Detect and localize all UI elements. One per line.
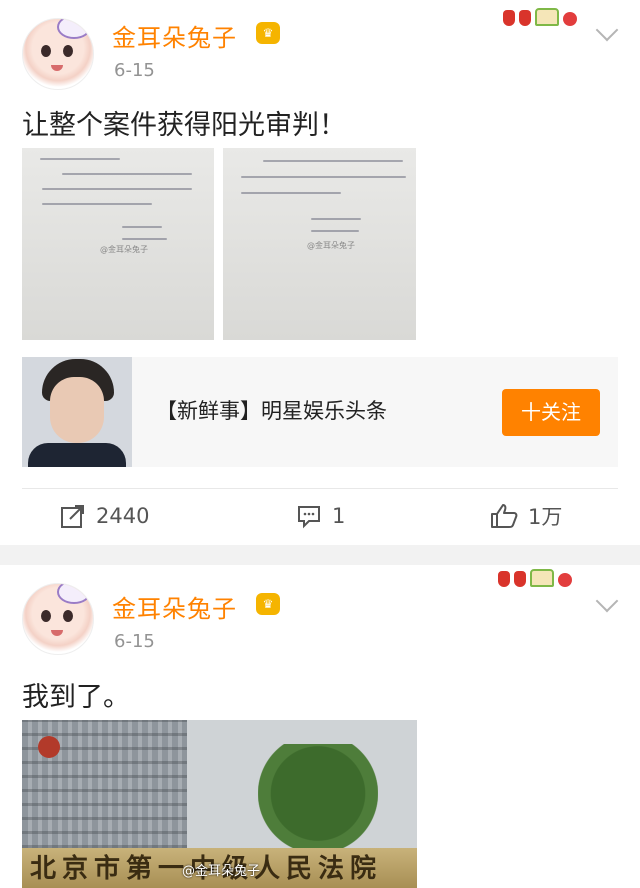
mitten-icon bbox=[503, 10, 515, 26]
comment-icon bbox=[298, 506, 320, 529]
image-watermark: @金耳朵兔子 bbox=[182, 864, 261, 879]
user-avatar[interactable] bbox=[22, 18, 94, 90]
repost-button[interactable]: 2440 bbox=[60, 500, 149, 532]
comment-button[interactable]: 1 bbox=[296, 500, 345, 532]
post-image-2[interactable]: @金耳朵兔子 bbox=[223, 148, 416, 340]
mitten-icon bbox=[519, 10, 531, 26]
divider bbox=[22, 488, 618, 489]
bunny-ears-icon bbox=[57, 19, 91, 39]
festive-decoration bbox=[498, 569, 572, 587]
like-count: 1万 bbox=[528, 505, 563, 529]
image-watermark: @金耳朵兔子 bbox=[307, 241, 355, 250]
mitten-icon bbox=[514, 571, 526, 587]
chevron-down-icon[interactable] bbox=[595, 589, 619, 613]
vip-crown-icon: ♛ bbox=[256, 22, 280, 44]
user-name[interactable]: 金耳朵兔子 bbox=[112, 18, 237, 53]
follow-button[interactable]: 十关注 bbox=[502, 389, 600, 436]
mitten-icon bbox=[498, 571, 510, 587]
vip-crown-icon: ♛ bbox=[256, 593, 280, 615]
recommend-card[interactable]: 【新鲜事】明星娱乐头条 十关注 bbox=[22, 357, 618, 467]
cake-icon bbox=[530, 569, 554, 587]
post-image-court[interactable]: 北京市第一中级人民法院 @金耳朵兔子 bbox=[22, 720, 417, 888]
comment-count: 1 bbox=[332, 504, 346, 528]
cake-icon bbox=[535, 8, 559, 26]
image-watermark: @金耳朵兔子 bbox=[100, 245, 148, 254]
bunny-ears-icon bbox=[57, 584, 91, 604]
repost-icon bbox=[61, 505, 84, 528]
card-thumbnail bbox=[22, 357, 132, 467]
festive-decoration bbox=[503, 8, 577, 26]
ornament-icon bbox=[558, 573, 572, 587]
ornament-icon bbox=[563, 12, 577, 26]
post-date: 6-15 bbox=[114, 60, 155, 81]
thumbs-up-icon bbox=[491, 504, 518, 528]
card-title: 【新鲜事】明星娱乐头条 bbox=[156, 399, 387, 423]
user-avatar[interactable] bbox=[22, 583, 94, 655]
user-name[interactable]: 金耳朵兔子 bbox=[112, 589, 237, 624]
weibo-post-2: 金耳朵兔子 ♛ 6-15 我到了。 北京市第一中级人民法院 @金耳朵兔子 bbox=[0, 565, 640, 888]
post-image-1[interactable]: @金耳朵兔子 bbox=[22, 148, 214, 340]
repost-count: 2440 bbox=[96, 504, 150, 528]
chevron-down-icon[interactable] bbox=[595, 18, 619, 42]
post-date: 6-15 bbox=[114, 631, 155, 652]
post-text: 我到了。 bbox=[22, 682, 130, 713]
like-button[interactable]: 1万 bbox=[490, 500, 562, 532]
post-text: 让整个案件获得阳光审判！ bbox=[22, 110, 346, 141]
tree bbox=[258, 744, 378, 854]
weibo-post-1: 金耳朵兔子 ♛ 6-15 让整个案件获得阳光审判！ @金耳朵兔子 @金耳朵兔子 … bbox=[0, 0, 640, 545]
post-separator bbox=[0, 545, 640, 565]
national-emblem-icon bbox=[38, 736, 60, 758]
